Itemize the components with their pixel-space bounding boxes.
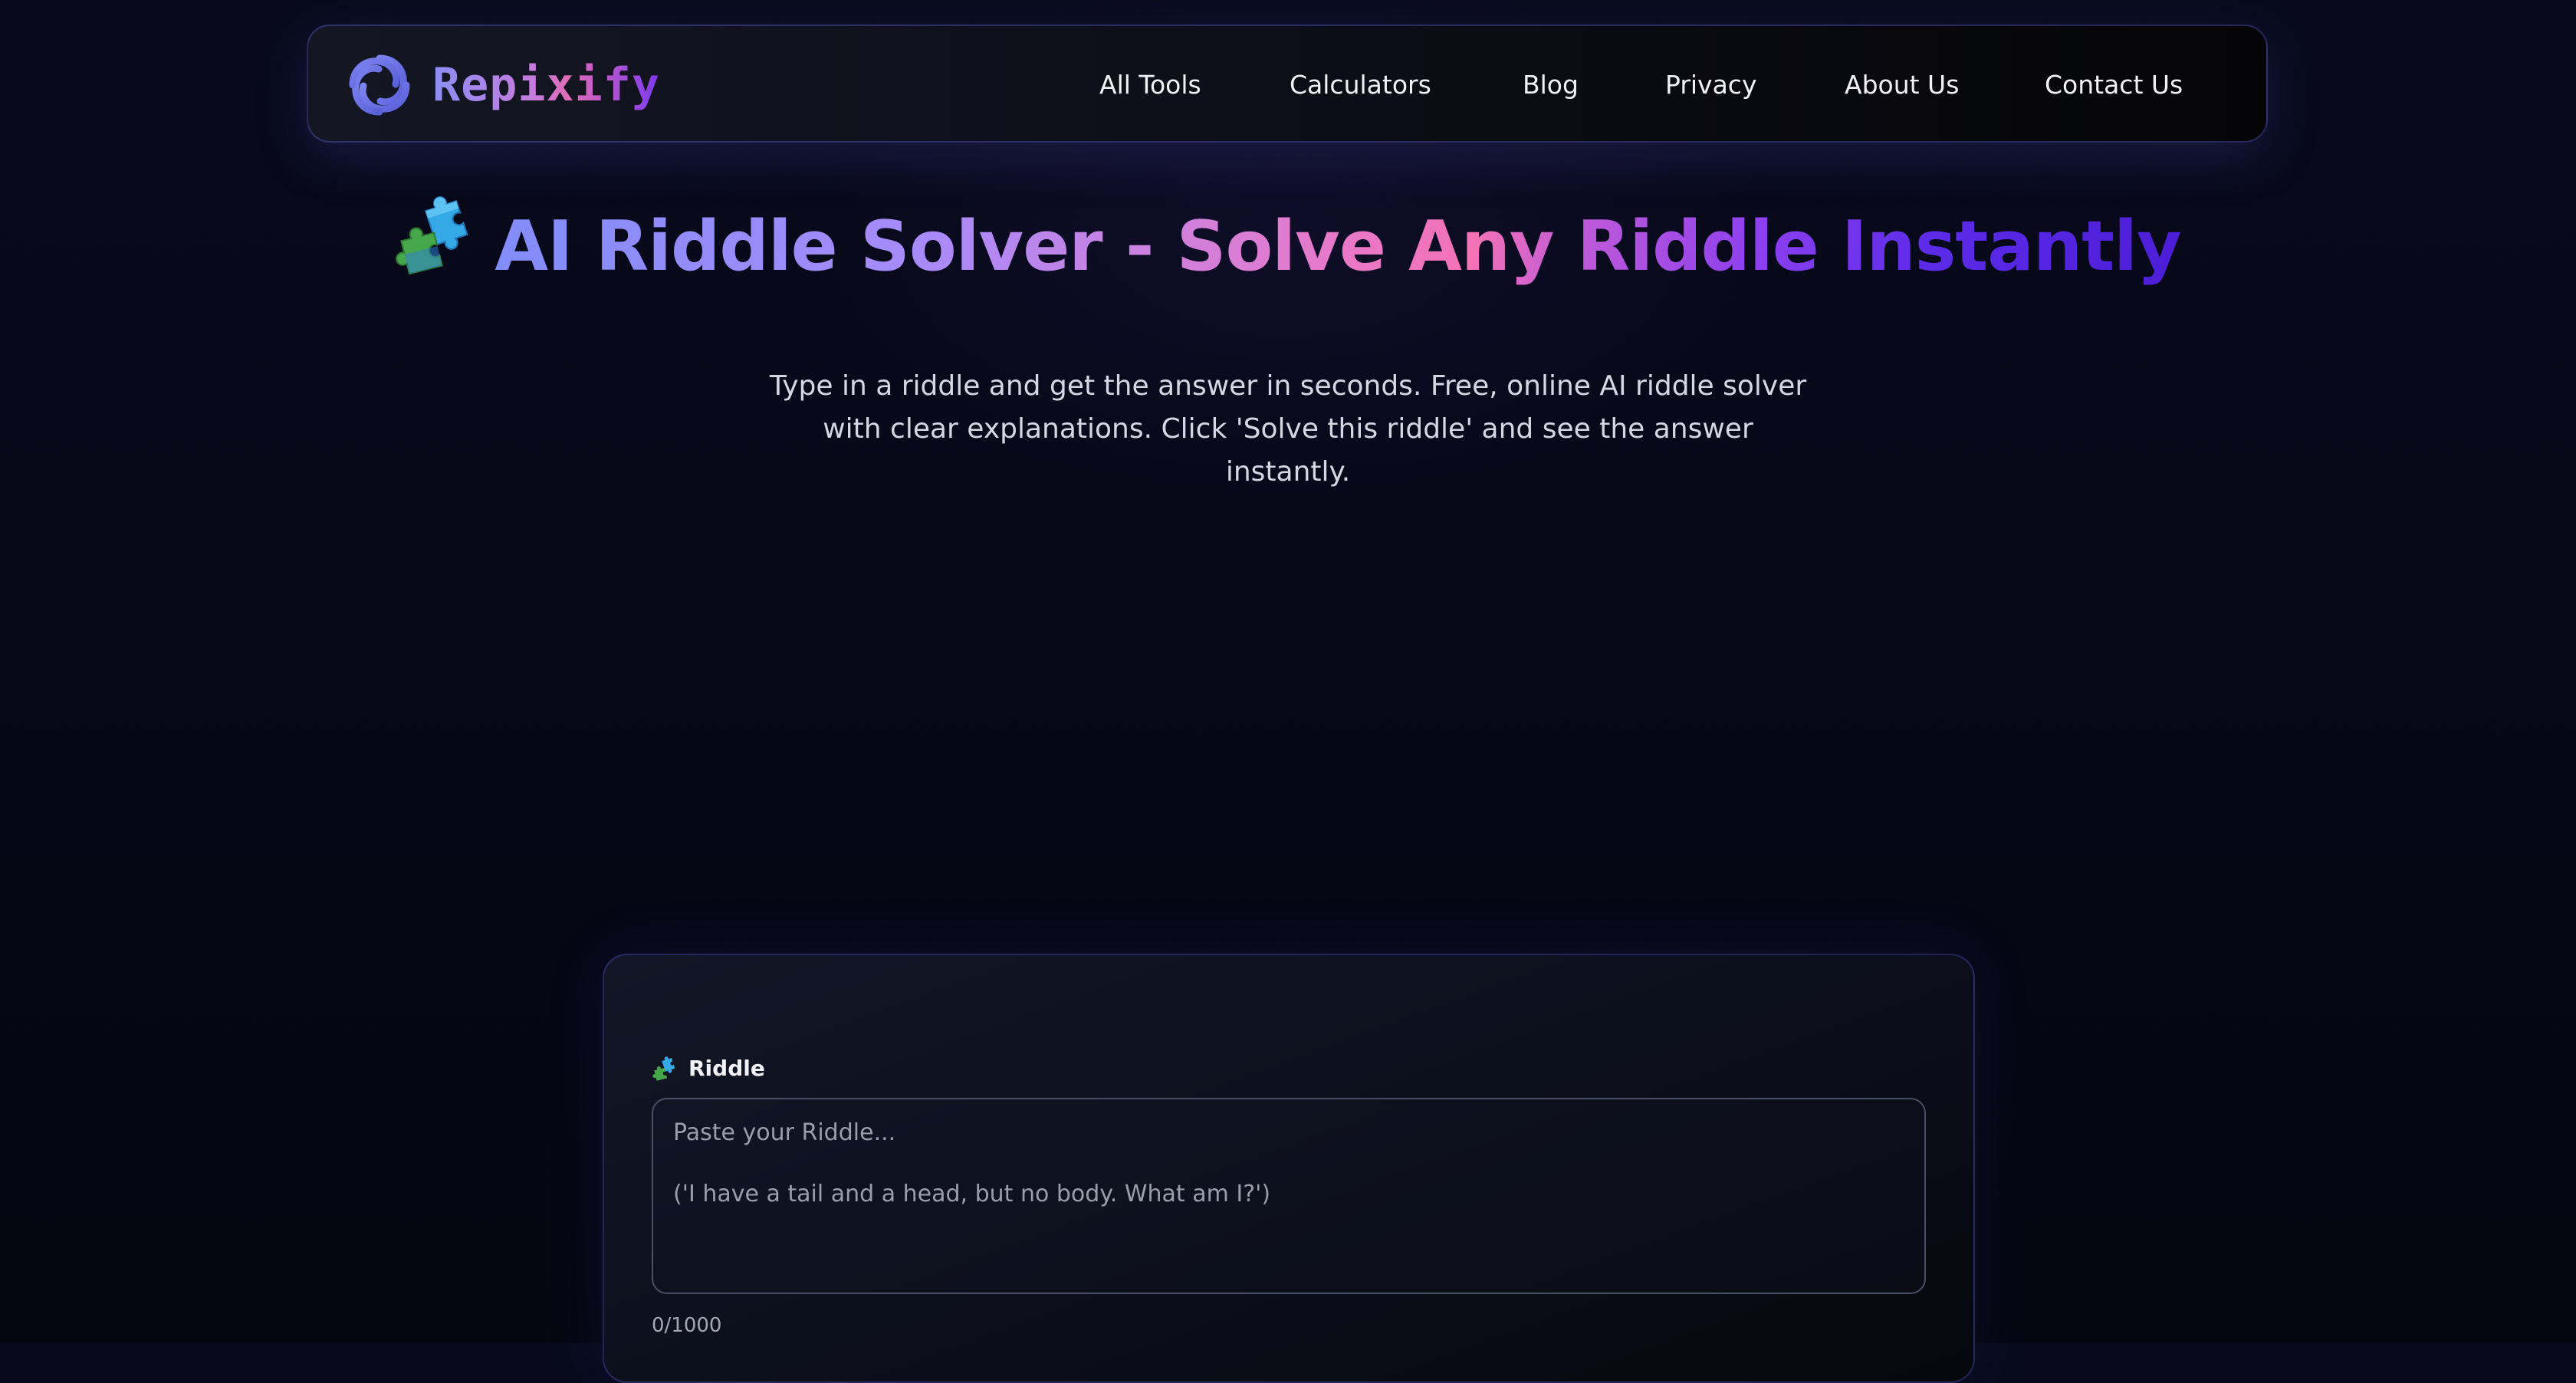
nav-privacy[interactable]: Privacy xyxy=(1665,69,1756,101)
nav-calculators[interactable]: Calculators xyxy=(1290,69,1431,101)
hero-subtitle: Type in a riddle and get the answer in s… xyxy=(769,370,1807,488)
nav-contact-us[interactable]: Contact Us xyxy=(2045,69,2183,101)
navbar: Repixify All Tools Calculators Blog Priv… xyxy=(307,25,2268,143)
riddle-form-card: Riddle Paste your Riddle... ('I have a t… xyxy=(603,954,1975,1383)
riddle-label: Riddle xyxy=(688,1055,765,1081)
riddle-input[interactable] xyxy=(652,1098,1926,1294)
riddle-field-label: Riddle xyxy=(652,1055,765,1081)
nav-all-tools[interactable]: All Tools xyxy=(1099,69,1201,101)
character-counter: 0/1000 xyxy=(652,1314,722,1337)
hero-title-text: AI Riddle Solver - Solve Any Riddle Inst… xyxy=(495,206,2181,287)
brand-name: Repixify xyxy=(432,58,660,112)
brand-logo[interactable]: Repixify xyxy=(345,51,660,120)
puzzle-piece-icon xyxy=(652,1055,678,1081)
nav-blog[interactable]: Blog xyxy=(1523,69,1579,101)
puzzle-piece-icon xyxy=(395,192,475,274)
nav-about-us[interactable]: About Us xyxy=(1845,69,1959,101)
page-title: AI Riddle Solver - Solve Any Riddle Inst… xyxy=(0,192,2576,284)
repixify-logo-icon xyxy=(349,54,410,116)
